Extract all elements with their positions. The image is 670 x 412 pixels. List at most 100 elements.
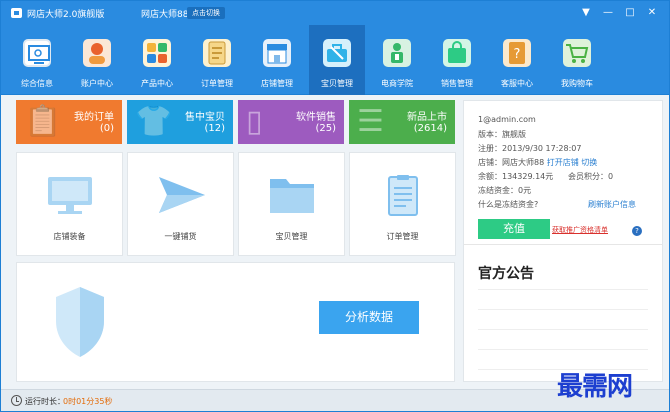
help-icon[interactable]: ? — [632, 226, 642, 236]
nav-store-management[interactable]: 店铺管理 — [249, 25, 305, 95]
shopping-bag-icon — [443, 39, 471, 67]
tile-my-orders-count: (0) — [99, 123, 114, 134]
card-item-management-label: 宝贝管理 — [275, 232, 308, 241]
nav-account-center-label: 账户中心 — [81, 79, 113, 88]
tile-items-on-sale[interactable]: 👕 售中宝贝 (12) — [127, 100, 233, 144]
nav-shopping-cart[interactable]: 我购物车 — [549, 25, 605, 95]
clock-icon — [11, 395, 22, 406]
account-store-row: 店铺：网店大师88 打开店铺 切换 — [478, 157, 597, 168]
maximize-icon[interactable]: □ — [623, 6, 637, 20]
nav-order-management-label: 订单管理 — [201, 79, 233, 88]
card-order-management[interactable]: 订单管理 — [349, 152, 456, 256]
runtime-value: 0时01分35秒 — [63, 397, 113, 406]
account-panel: 1@admin.com 版本：旗舰版 注册：2013/9/30 17:28:07… — [463, 100, 663, 382]
clipboard-icon: 📋 — [24, 104, 62, 139]
tools-briefcase-icon — [323, 39, 351, 67]
nav-product-center-label: 产品中心 — [141, 79, 173, 88]
book-question-icon: ? — [503, 39, 531, 67]
dropdown-menu-icon[interactable]: ▼ — [579, 6, 593, 20]
recharge-button[interactable]: 充值 — [478, 219, 550, 239]
app-logo-icon — [11, 8, 22, 18]
official-notice-title: 官方公告 — [478, 266, 534, 282]
analyze-data-button[interactable]: 分析数据 — [319, 301, 419, 334]
open-store-link[interactable]: 打开店铺 — [547, 158, 579, 167]
main-content: 📋 我的订单 (0) 👕 售中宝贝 (12) ▯ 软件销售 (25) ☰ 新品上… — [11, 100, 456, 382]
account-balance: 余额：134329.14元 — [478, 172, 554, 181]
tile-my-orders[interactable]: 📋 我的订单 (0) — [16, 100, 122, 144]
account-email: 1@admin.com — [478, 115, 536, 124]
tile-new-arrivals-title: 新品上市 — [407, 112, 447, 123]
switch-store-link[interactable]: 切换 — [581, 158, 597, 167]
card-store-setup-label: 店铺装备 — [53, 232, 86, 241]
nav-ecommerce-academy[interactable]: 电商学院 — [369, 25, 425, 95]
watermark: 最需网 — [557, 372, 633, 402]
card-one-click-listing-label: 一键铺货 — [164, 232, 197, 241]
phone-icon: ▯ — [246, 104, 263, 139]
tile-software-sales-count: (25) — [315, 123, 336, 134]
tile-items-on-sale-count: (12) — [204, 123, 225, 134]
tile-new-arrivals[interactable]: ☰ 新品上市 (2614) — [349, 100, 455, 144]
new-list-icon: ☰ — [357, 104, 384, 139]
nav-item-management-label: 宝贝管理 — [321, 79, 353, 88]
account-frozen-funds: 冻结资金：0元 — [478, 186, 532, 195]
nav-sales-management[interactable]: 销售管理 — [429, 25, 485, 95]
account-register-date: 注册：2013/9/30 17:28:07 — [478, 144, 582, 153]
nav-order-management[interactable]: 订单管理 — [189, 25, 245, 95]
nav-ecommerce-academy-label: 电商学院 — [381, 79, 413, 88]
analysis-panel: 分析数据 — [16, 262, 455, 382]
close-icon[interactable]: ✕ — [645, 6, 659, 20]
minimize-icon[interactable]: — — [601, 6, 615, 20]
account-points: 会员积分：0 — [568, 172, 614, 181]
nav-item-management[interactable]: 宝贝管理 — [309, 25, 365, 95]
shield-icon — [56, 287, 104, 357]
switch-store-button[interactable]: 点击切换 — [187, 7, 225, 19]
app-window: 网店大师2.0旗舰版 网店大师88 点击切换 ▼ — □ ✕ 综合信息 账户中心… — [0, 0, 670, 412]
nav-product-center[interactable]: 产品中心 — [129, 25, 185, 95]
shopping-cart-icon — [563, 39, 591, 67]
nav-overview[interactable]: 综合信息 — [9, 25, 65, 95]
account-store: 店铺：网店大师88 — [478, 158, 545, 167]
notice-line — [478, 329, 648, 330]
folder-icon — [270, 179, 314, 213]
card-item-management[interactable]: 宝贝管理 — [238, 152, 345, 256]
what-frozen-funds-link[interactable]: 什么是冻结资金? — [478, 199, 538, 210]
nav-sales-management-label: 销售管理 — [441, 79, 473, 88]
card-store-setup[interactable]: 店铺装备 — [16, 152, 123, 256]
nav-overview-label: 综合信息 — [21, 79, 53, 88]
monitor-search-icon — [23, 39, 51, 67]
account-version: 版本：旗舰版 — [478, 130, 526, 139]
person-icon — [83, 39, 111, 67]
app-name: 网店大师2.0旗舰版 — [27, 10, 105, 20]
panel-divider — [464, 244, 662, 245]
store-name: 网店大师88 — [141, 10, 189, 20]
nav-customer-service[interactable]: ? 客服中心 — [489, 25, 545, 95]
monitor-icon — [48, 177, 92, 214]
tile-software-sales-title: 软件销售 — [296, 112, 336, 123]
title-bar: 网店大师2.0旗舰版 网店大师88 点击切换 ▼ — □ ✕ — [1, 1, 669, 25]
runtime-label: 运行时长： — [25, 397, 65, 406]
notice-line — [478, 309, 648, 310]
refresh-account-link[interactable]: 刷新账户信息 — [588, 199, 636, 210]
apps-icon — [143, 39, 171, 67]
nav-shopping-cart-label: 我购物车 — [561, 79, 593, 88]
tile-my-orders-title: 我的订单 — [74, 112, 114, 123]
card-one-click-listing[interactable]: 一键铺货 — [127, 152, 234, 256]
promotion-qualification-link[interactable]: 获取推广资格清单 — [552, 225, 608, 235]
nav-store-management-label: 店铺管理 — [261, 79, 293, 88]
card-order-management-label: 订单管理 — [386, 232, 419, 241]
tshirt-icon: 👕 — [135, 104, 173, 139]
nav-customer-service-label: 客服中心 — [501, 79, 533, 88]
svg-text:?: ? — [514, 47, 521, 62]
notice-line — [478, 349, 648, 350]
tile-items-on-sale-title: 售中宝贝 — [185, 112, 225, 123]
storefront-icon — [263, 39, 291, 67]
document-icon — [388, 175, 418, 216]
main-toolbar: 综合信息 账户中心 产品中心 订单管理 店铺管理 宝贝管理 电商学院 销售管理 … — [1, 25, 669, 95]
notice-line — [478, 289, 648, 290]
nav-account-center[interactable]: 账户中心 — [69, 25, 125, 95]
paper-plane-icon — [159, 177, 205, 213]
order-list-icon — [203, 39, 231, 67]
teacher-icon — [383, 39, 411, 67]
tile-new-arrivals-count: (2614) — [413, 123, 447, 134]
tile-software-sales[interactable]: ▯ 软件销售 (25) — [238, 100, 344, 144]
